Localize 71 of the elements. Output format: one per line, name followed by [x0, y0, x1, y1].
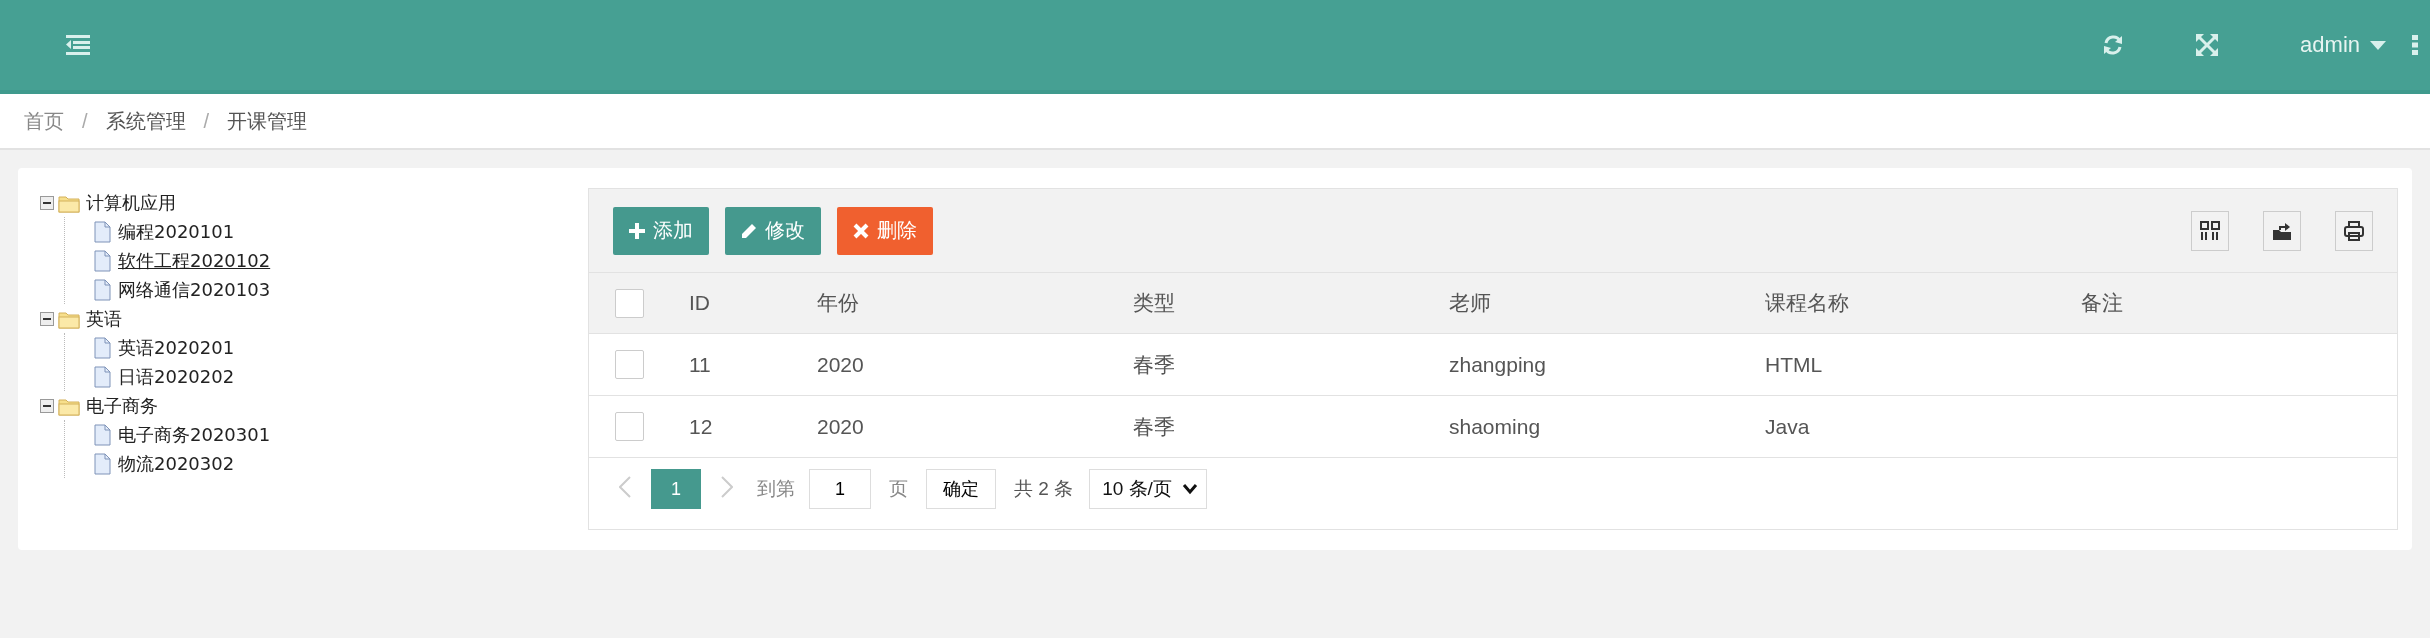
table-cell: 2020 [817, 414, 864, 438]
collapse-toggle[interactable] [40, 398, 54, 413]
menu-icon [66, 35, 90, 55]
breadcrumb-separator: / [82, 109, 88, 133]
table-cell: 12 [689, 414, 713, 438]
column-header: 老师 [1449, 290, 1492, 316]
page-unit-label: 页 [889, 477, 908, 501]
file-icon [93, 220, 112, 243]
plus-icon [629, 222, 645, 239]
breadcrumb-link[interactable]: 首页 [24, 107, 64, 135]
print-button[interactable] [2335, 210, 2373, 251]
more-icon [2412, 35, 2418, 55]
more-button[interactable] [2412, 35, 2418, 55]
fullscreen-button[interactable] [2196, 34, 2219, 56]
export-icon [2272, 220, 2292, 241]
table-cell: zhangping [1449, 352, 1546, 376]
column-header: 备注 [2081, 290, 2124, 316]
chevron-down-icon [1181, 483, 1198, 495]
table-cell: 2020 [817, 352, 864, 376]
goto-label: 到第 [757, 477, 795, 501]
table-cell: Java [1765, 414, 1810, 438]
menu-toggle-button[interactable] [66, 35, 90, 55]
page-number-field[interactable]: 1 [809, 469, 871, 509]
total-count: 共 2 条 [1014, 477, 1074, 501]
fullscreen-icon [2196, 34, 2219, 56]
table-cell: 春季 [1133, 414, 1175, 438]
collapse-toggle[interactable] [40, 195, 54, 210]
checkbox[interactable] [615, 412, 644, 441]
table-cell: shaoming [1449, 414, 1541, 438]
tree-node[interactable]: 电子商务 [84, 393, 160, 418]
refresh-icon [2102, 34, 2125, 56]
columns-icon [2200, 220, 2220, 241]
table-cell: 春季 [1133, 352, 1175, 376]
tree-node[interactable]: 计算机应用 [84, 190, 178, 215]
file-icon [93, 336, 112, 359]
tree-node[interactable]: 日语2020202 [116, 364, 237, 389]
confirm-button[interactable]: 确定 [926, 469, 996, 509]
tree-node[interactable]: 英语2020201 [116, 335, 237, 360]
refresh-button[interactable] [2102, 34, 2125, 56]
tree-node[interactable]: 物流2020302 [116, 451, 237, 476]
table-cell: HTML [1765, 352, 1823, 376]
breadcrumb-separator: / [203, 109, 210, 133]
file-icon [93, 249, 112, 272]
tree-node[interactable]: 英语 [84, 306, 124, 331]
tree-node[interactable]: 编程2020101 [116, 219, 237, 244]
column-header: 年份 [817, 290, 860, 316]
pencil-icon [741, 222, 757, 239]
breadcrumb-link[interactable]: 开课管理 [227, 107, 308, 135]
column-header: 课程名称 [1765, 290, 1850, 316]
caret-icon [2370, 40, 2386, 50]
file-icon [93, 452, 112, 475]
columns-button[interactable] [2191, 210, 2229, 251]
chevron-left-icon [619, 475, 631, 498]
file-icon [93, 423, 112, 446]
file-icon [93, 365, 112, 388]
tree-node[interactable]: 电子商务2020301 [116, 422, 273, 447]
breadcrumb-link[interactable]: 系统管理 [105, 107, 186, 135]
checkbox[interactable] [615, 350, 644, 379]
column-header: ID [689, 291, 711, 315]
cross-icon [853, 222, 869, 239]
page-size-select[interactable]: 10 条/页 [1089, 469, 1207, 509]
table-cell: 11 [689, 352, 711, 376]
file-icon [93, 278, 112, 301]
checkbox[interactable] [615, 288, 644, 318]
tree-node[interactable]: 网络通信2020103 [116, 277, 273, 302]
export-button[interactable] [2263, 210, 2301, 251]
tree-node[interactable]: 软件工程2020102 [116, 248, 273, 273]
collapse-toggle[interactable] [40, 311, 54, 326]
chevron-right-icon [721, 475, 733, 498]
column-header: 类型 [1133, 290, 1176, 316]
printer-icon [2344, 220, 2364, 241]
